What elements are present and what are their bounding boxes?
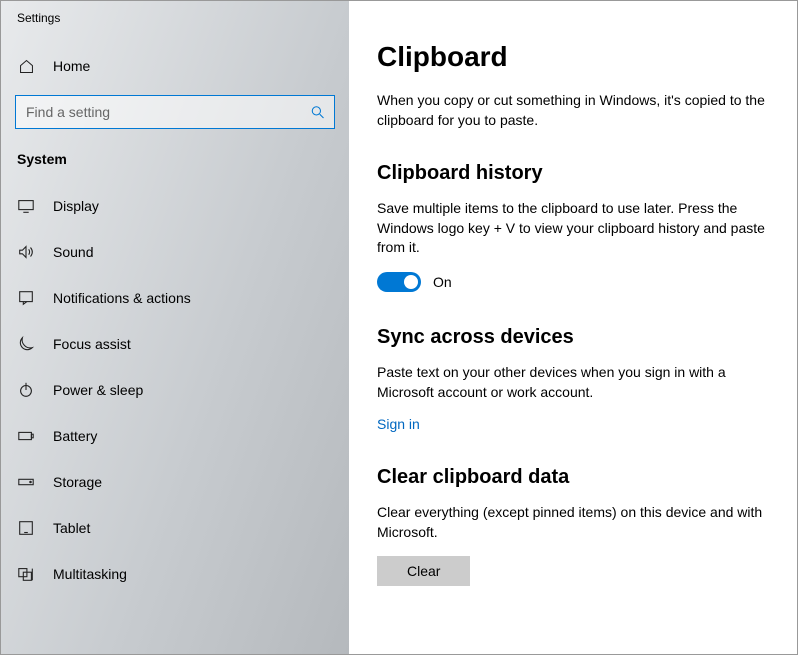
search-icon: [310, 105, 325, 120]
sidebar-item-power-sleep[interactable]: Power & sleep: [1, 367, 349, 413]
storage-icon: [17, 473, 35, 491]
sidebar-category: System: [1, 143, 349, 183]
sidebar-item-label: Focus assist: [53, 336, 131, 352]
clear-button[interactable]: Clear: [377, 556, 470, 586]
notifications-icon: [17, 289, 35, 307]
sidebar-item-multitasking[interactable]: Multitasking: [1, 551, 349, 597]
history-toggle[interactable]: [377, 272, 421, 292]
power-icon: [17, 381, 35, 399]
history-toggle-state: On: [433, 274, 452, 290]
multitasking-icon: [17, 565, 35, 583]
search-box: [15, 95, 335, 129]
section-sync: Sync across devices Paste text on your o…: [377, 326, 769, 432]
sign-in-link[interactable]: Sign in: [377, 416, 420, 432]
sync-title: Sync across devices: [377, 326, 769, 349]
sidebar-item-battery[interactable]: Battery: [1, 413, 349, 459]
sound-icon: [17, 243, 35, 261]
content: Clipboard When you copy or cut something…: [349, 1, 797, 654]
search-input[interactable]: [15, 95, 335, 129]
history-title: Clipboard history: [377, 162, 769, 185]
intro-text: When you copy or cut something in Window…: [377, 91, 769, 130]
battery-icon: [17, 427, 35, 445]
section-clipboard-history: Clipboard history Save multiple items to…: [377, 162, 769, 292]
home-icon: [17, 57, 35, 75]
sidebar-nav: Display Sound Notifications & actions Fo…: [1, 183, 349, 597]
window-title: Settings: [1, 1, 349, 35]
sidebar-item-label: Storage: [53, 474, 102, 490]
sidebar-item-label: Display: [53, 198, 99, 214]
history-body: Save multiple items to the clipboard to …: [377, 199, 769, 258]
sidebar-item-tablet[interactable]: Tablet: [1, 505, 349, 551]
clear-body: Clear everything (except pinned items) o…: [377, 503, 769, 542]
display-icon: [17, 197, 35, 215]
sidebar-item-sound[interactable]: Sound: [1, 229, 349, 275]
sidebar-item-focus-assist[interactable]: Focus assist: [1, 321, 349, 367]
tablet-icon: [17, 519, 35, 537]
sidebar-item-label: Sound: [53, 244, 93, 260]
sidebar-item-display[interactable]: Display: [1, 183, 349, 229]
sidebar-item-label: Battery: [53, 428, 97, 444]
section-clear: Clear clipboard data Clear everything (e…: [377, 466, 769, 586]
sidebar-item-label: Multitasking: [53, 566, 127, 582]
sidebar-home-label: Home: [53, 58, 90, 74]
page-title: Clipboard: [377, 41, 769, 73]
sidebar-item-label: Notifications & actions: [53, 290, 191, 306]
sidebar: Settings Home System: [1, 1, 349, 654]
focus-assist-icon: [17, 335, 35, 353]
clear-title: Clear clipboard data: [377, 466, 769, 489]
sidebar-home[interactable]: Home: [1, 43, 349, 89]
sync-body: Paste text on your other devices when yo…: [377, 363, 769, 402]
sidebar-item-label: Tablet: [53, 520, 90, 536]
sidebar-item-label: Power & sleep: [53, 382, 143, 398]
sidebar-item-storage[interactable]: Storage: [1, 459, 349, 505]
sidebar-item-notifications[interactable]: Notifications & actions: [1, 275, 349, 321]
